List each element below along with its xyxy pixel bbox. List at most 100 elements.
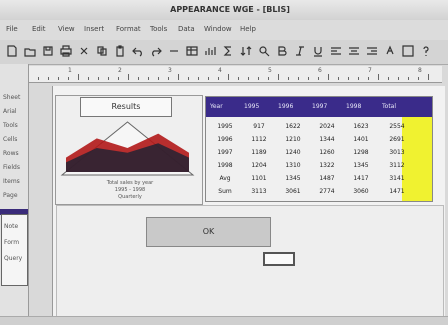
sidebar-item[interactable]: Rows xyxy=(3,150,27,157)
save-icon[interactable] xyxy=(42,45,54,57)
table-cell[interactable]: 1344 xyxy=(312,136,342,143)
table-cell[interactable]: 3112 xyxy=(382,162,412,169)
sidebar-item[interactable]: Tools xyxy=(3,122,27,129)
ruler-tick xyxy=(388,77,389,80)
table-cell[interactable]: 2024 xyxy=(312,123,342,130)
ruler-tick xyxy=(318,77,319,80)
area-chart xyxy=(60,121,195,176)
table-cell[interactable]: 1240 xyxy=(278,149,308,156)
table-cell[interactable]: 1204 xyxy=(244,162,274,169)
table-cell[interactable]: 3013 xyxy=(382,149,412,156)
sidebar-item[interactable]: Arial xyxy=(3,108,27,115)
table-header-cell[interactable]: Year xyxy=(210,103,223,110)
sum-icon[interactable] xyxy=(222,45,234,57)
bold-icon[interactable] xyxy=(276,45,288,57)
paste-icon[interactable] xyxy=(114,45,126,57)
toolbar xyxy=(0,40,448,65)
sidebar-item[interactable]: Cells xyxy=(3,136,27,143)
sidebar-item[interactable]: Page xyxy=(3,192,27,199)
italic-icon[interactable] xyxy=(294,45,306,57)
table-cell[interactable]: Sum xyxy=(210,188,240,195)
table-header-cell[interactable]: 1998 xyxy=(346,103,361,110)
sort-icon[interactable] xyxy=(240,45,252,57)
redo-icon[interactable] xyxy=(150,45,162,57)
table-cell[interactable]: 2691 xyxy=(382,136,412,143)
sidebar-item[interactable]: Sheet xyxy=(3,94,27,101)
table-cell[interactable]: 1623 xyxy=(346,123,376,130)
table-cell[interactable]: 1345 xyxy=(278,175,308,182)
ruler-tick xyxy=(428,74,429,80)
chart-icon[interactable] xyxy=(204,45,216,57)
sidebar-item[interactable]: Note xyxy=(4,223,28,230)
ruler-tick xyxy=(268,77,269,80)
chart-title-button[interactable]: Results xyxy=(80,97,172,117)
table-icon[interactable] xyxy=(186,45,198,57)
menu-file[interactable]: File xyxy=(6,25,18,35)
table-header-cell[interactable]: 1997 xyxy=(312,103,327,110)
table-cell[interactable]: 1996 xyxy=(210,136,240,143)
zoom-icon[interactable] xyxy=(258,45,270,57)
table-cell[interactable]: 1997 xyxy=(210,149,240,156)
border-icon[interactable] xyxy=(402,45,414,57)
table-cell[interactable]: 1298 xyxy=(346,149,376,156)
table-cell[interactable]: 1998 xyxy=(210,162,240,169)
ok-button[interactable]: OK xyxy=(146,217,271,247)
sidebar-item[interactable]: Form xyxy=(4,239,28,246)
menu-window[interactable]: Window xyxy=(204,25,232,35)
table-cell[interactable]: 1310 xyxy=(278,162,308,169)
undo-icon[interactable] xyxy=(132,45,144,57)
table-header-cell[interactable]: 1995 xyxy=(244,103,259,110)
sidebar-item[interactable]: Query xyxy=(4,255,28,262)
small-input-box[interactable] xyxy=(263,252,295,266)
table-cell[interactable]: 1260 xyxy=(312,149,342,156)
ruler-label: 8 xyxy=(418,67,422,74)
table-cell[interactable]: 2774 xyxy=(312,188,342,195)
menu-insert[interactable]: Insert xyxy=(84,25,104,35)
menu-data[interactable]: Data xyxy=(178,25,195,35)
cut-icon[interactable] xyxy=(78,45,90,57)
table-cell[interactable]: 1210 xyxy=(278,136,308,143)
underline-icon[interactable] xyxy=(312,45,324,57)
table-cell[interactable]: 1471 xyxy=(382,188,412,195)
table-cell[interactable]: 3113 xyxy=(244,188,274,195)
table-cell[interactable]: 1487 xyxy=(312,175,342,182)
help-icon[interactable] xyxy=(420,45,432,57)
table-cell[interactable]: 1189 xyxy=(244,149,274,156)
menu-tools[interactable]: Tools xyxy=(150,25,167,35)
table-cell[interactable]: 1417 xyxy=(346,175,376,182)
sidebar-item[interactable]: Fields xyxy=(3,164,27,171)
table-cell[interactable]: 1622 xyxy=(278,123,308,130)
ruler-tick xyxy=(258,77,259,80)
new-icon[interactable] xyxy=(6,45,18,57)
sidebar-item[interactable]: Items xyxy=(3,178,27,185)
link-icon[interactable] xyxy=(168,45,180,57)
data-table[interactable]: Year 1995 1996 1997 1998 Total 1995 917 1622 202… xyxy=(205,96,433,202)
table-cell[interactable]: Avg xyxy=(210,175,240,182)
align-right-icon[interactable] xyxy=(366,45,378,57)
table-header-cell[interactable]: Total xyxy=(382,103,396,110)
print-icon[interactable] xyxy=(60,45,72,57)
menu-format[interactable]: Format xyxy=(116,25,141,35)
ruler-tick xyxy=(298,77,299,80)
font-color-icon[interactable] xyxy=(384,45,396,57)
table-cell[interactable]: 1995 xyxy=(210,123,240,130)
table-cell[interactable]: 1345 xyxy=(346,162,376,169)
copy-icon[interactable] xyxy=(96,45,108,57)
table-cell[interactable]: 1112 xyxy=(244,136,274,143)
table-cell[interactable]: 917 xyxy=(244,123,274,130)
table-cell[interactable]: 3061 xyxy=(278,188,308,195)
table-cell[interactable]: 2554 xyxy=(382,123,412,130)
table-cell[interactable]: 1401 xyxy=(346,136,376,143)
menu-view[interactable]: View xyxy=(58,25,75,35)
table-header-cell[interactable]: 1996 xyxy=(278,103,293,110)
menu-help[interactable]: Help xyxy=(240,25,256,35)
chart-caption: Quarterly xyxy=(118,194,142,200)
menu-edit[interactable]: Edit xyxy=(32,25,46,35)
table-cell[interactable]: 1322 xyxy=(312,162,342,169)
table-cell[interactable]: 3141 xyxy=(382,175,412,182)
align-left-icon[interactable] xyxy=(330,45,342,57)
table-cell[interactable]: 1101 xyxy=(244,175,274,182)
open-icon[interactable] xyxy=(24,45,36,57)
table-cell[interactable]: 3060 xyxy=(346,188,376,195)
align-center-icon[interactable] xyxy=(348,45,360,57)
